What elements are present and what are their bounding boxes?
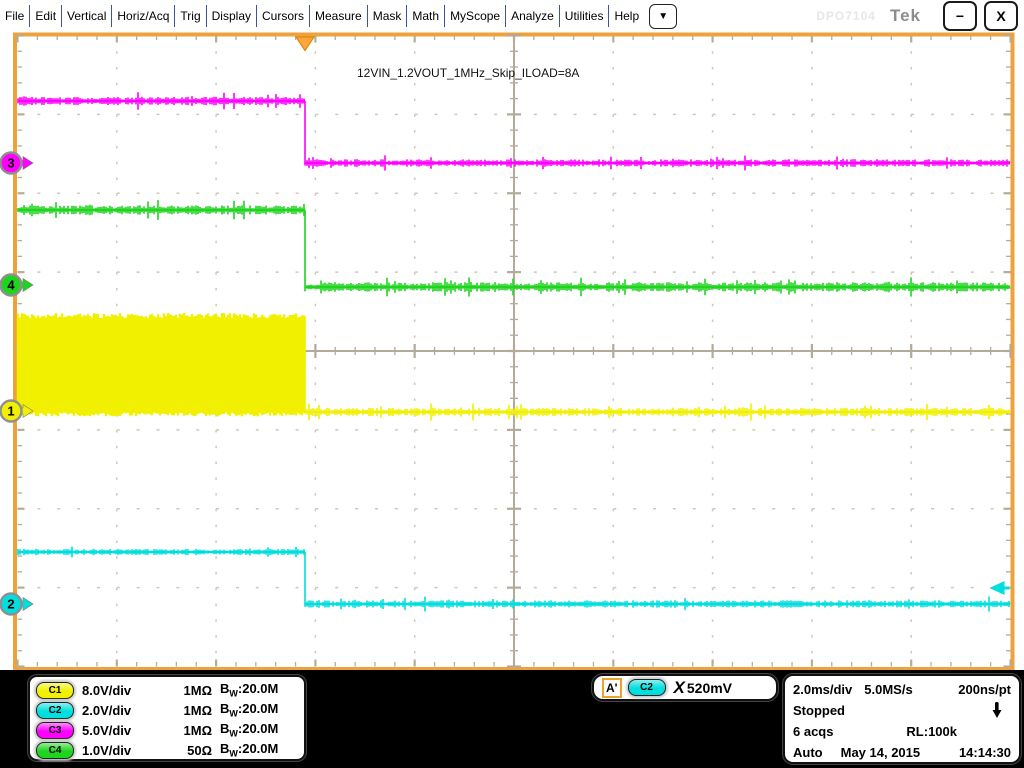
svg-text:3: 3 [7,156,14,171]
channel-c2-badge[interactable]: C2 [36,702,74,719]
channel-c2-position-marker[interactable]: 2 [1,594,34,615]
record-length-value: RL:100k [906,724,957,739]
c1-scale: 8.0V/div [82,683,131,698]
minimize-button[interactable]: − [943,1,977,31]
menu-measure[interactable]: Measure [309,5,367,27]
c4-impedance: 50Ω [166,743,212,758]
menu-edit[interactable]: Edit [29,5,61,27]
time-value: 14:14:30 [959,745,1011,760]
c4-bw-b: B [220,741,229,756]
c4-bandwidth: BW:20.0M [220,741,296,759]
menu-overflow-button[interactable]: ▼ [649,4,677,29]
date-value: May 14, 2015 [841,745,921,760]
c2-scale: 2.0V/div [82,703,131,718]
c1-bw-value: :20.0M [238,681,278,696]
menu-utilities[interactable]: Utilities [559,5,609,27]
c2-impedance: 1MΩ [166,703,212,718]
channel-c3-position-marker[interactable]: 3 [1,153,34,174]
resolution-value: 200ns/pt [958,682,1011,697]
trigger-position-marker[interactable] [296,37,314,51]
trigger-mode-value: Auto [793,745,823,760]
c2-bw-sub: W [229,709,238,719]
horizontal-row-4: Auto May 14, 2015 14:14:30 [793,742,1011,763]
c4-bw-value: :20.0M [238,741,278,756]
c4-scale: 1.0V/div [82,743,131,758]
menu-cursors[interactable]: Cursors [256,5,309,27]
c3-bw-b: B [220,721,229,736]
c3-bw-sub: W [229,729,238,739]
horizontal-readout-box[interactable]: 2.0ms/div 5.0MS/s 200ns/pt Stopped 6 acq… [783,674,1021,764]
c3-bandwidth: BW:20.0M [220,721,296,739]
menu-math[interactable]: Math [406,5,444,27]
arrow-down-indicator-icon [991,702,1003,719]
c2-bandwidth: BW:20.0M [220,701,296,719]
sample-rate-value: 5.0MS/s [864,682,912,697]
channel-readout-row-c2[interactable]: C2 2.0V/div 1MΩ BW:20.0M [36,700,296,720]
menu-bar: File Edit Vertical Horiz/Acq Trig Displa… [0,0,1024,32]
svg-text:2: 2 [7,597,14,612]
c1-bw-b: B [220,681,229,696]
minimize-icon: − [956,8,964,24]
trigger-source-badge: A' [602,678,622,698]
menu-horiz-acq[interactable]: Horiz/Acq [111,5,174,27]
close-icon: X [996,8,1005,24]
c1-impedance: 1MΩ [166,683,212,698]
channel-readout-row-c3[interactable]: C3 5.0V/div 1MΩ BW:20.0M [36,720,296,740]
c3-scale: 5.0V/div [82,723,131,738]
c1-bandwidth: BW:20.0M [220,681,296,699]
menu-file[interactable]: File [0,5,29,27]
menu-myscope[interactable]: MyScope [444,5,505,27]
horizontal-row-1: 2.0ms/div 5.0MS/s 200ns/pt [793,679,1011,700]
trigger-level-value: 520mV [687,680,732,696]
waveform-label: 12VIN_1.2VOUT_1MHz_Skip_ILOAD=8A [357,66,579,80]
timebase-value: 2.0ms/div [793,682,852,697]
svg-text:1: 1 [7,404,14,419]
horizontal-row-2: Stopped [793,700,1011,721]
channel-c4-position-marker[interactable]: 4 [1,275,34,296]
channel-readouts-box[interactable]: C1 8.0V/div 1MΩ BW:20.0M C2 2.0V/div 1MΩ… [28,675,306,761]
channel-readout-row-c4[interactable]: C4 1.0V/div 50Ω BW:20.0M [36,740,296,760]
menu-analyze[interactable]: Analyze [505,5,559,27]
c3-impedance: 1MΩ [166,723,212,738]
close-button[interactable]: X [984,1,1018,31]
chevron-down-icon: ▼ [658,11,668,22]
channel-c4-badge[interactable]: C4 [36,742,74,759]
c3-bw-value: :20.0M [238,721,278,736]
waveform-display[interactable]: 1 2 3 4 [0,0,1024,768]
menu-help[interactable]: Help [608,5,644,27]
channel-c1-badge[interactable]: C1 [36,682,74,699]
trigger-readout-box[interactable]: A' C2 X 520mV [592,674,778,701]
horizontal-row-3: 6 acqs RL:100k [793,721,1011,742]
tek-logo: Tek [890,6,921,26]
trigger-level-marker[interactable] [990,581,1010,595]
acquisitions-count: 6 acqs [793,724,833,739]
menu-trig[interactable]: Trig [174,5,205,27]
menu-display[interactable]: Display [206,5,256,27]
c2-bw-b: B [220,701,229,716]
model-label: DPO7104 [816,9,876,23]
menu-mask[interactable]: Mask [367,5,407,27]
menu-vertical[interactable]: Vertical [61,5,111,27]
c2-bw-value: :20.0M [238,701,278,716]
readout-bar: C1 8.0V/div 1MΩ BW:20.0M C2 2.0V/div 1MΩ… [0,670,1024,768]
trigger-channel-badge: C2 [628,679,666,696]
c4-bw-sub: W [229,749,238,759]
svg-text:4: 4 [7,278,15,293]
channel-readout-row-c1[interactable]: C1 8.0V/div 1MΩ BW:20.0M [36,680,296,700]
c1-bw-sub: W [229,689,238,699]
acquisition-state: Stopped [793,703,845,718]
trigger-slope-icon: X [674,678,685,698]
channel-c3-badge[interactable]: C3 [36,722,74,739]
